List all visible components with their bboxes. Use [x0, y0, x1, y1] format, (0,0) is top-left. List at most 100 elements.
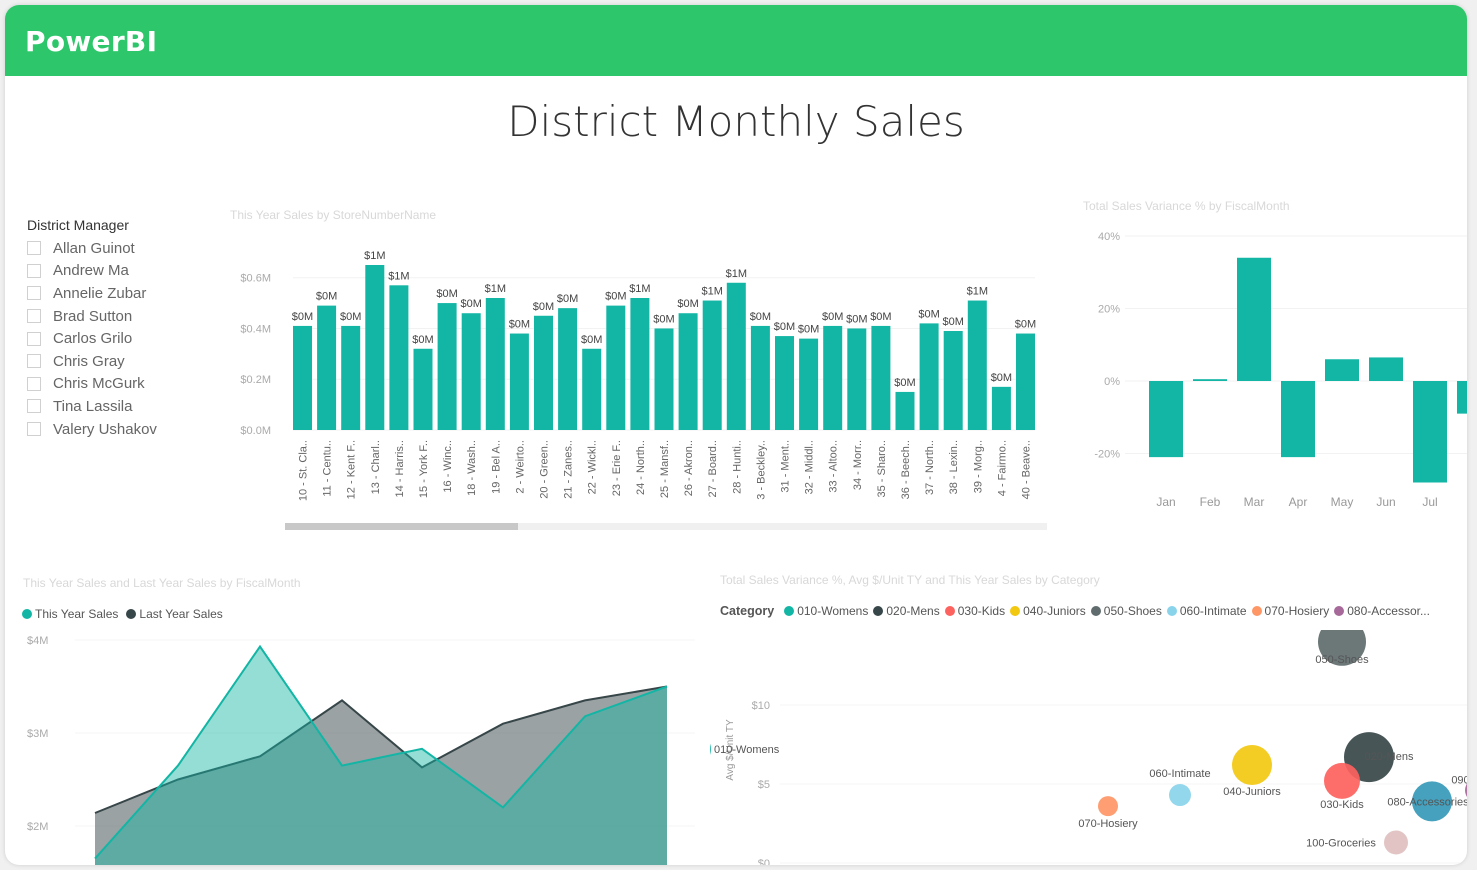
bar[interactable]	[582, 348, 602, 430]
bar[interactable]	[461, 313, 481, 430]
checkbox[interactable]	[27, 376, 41, 391]
checkbox[interactable]	[27, 286, 41, 301]
bar[interactable]	[799, 338, 819, 430]
bar[interactable]	[726, 282, 746, 430]
bar[interactable]	[1281, 381, 1315, 458]
bar[interactable]	[606, 305, 626, 430]
bar[interactable]	[317, 305, 337, 430]
bar[interactable]	[895, 391, 915, 430]
legend-label: 020-Mens	[886, 604, 940, 618]
point-label: 070-Hosiery	[1078, 818, 1138, 830]
x-tick-label: 34 - Morr..	[852, 440, 864, 490]
bar[interactable]	[702, 300, 722, 430]
slicer-item-label: Valery Ushakov	[53, 420, 157, 438]
legend-item[interactable]: 080-Accessor...	[1334, 604, 1430, 618]
checkbox[interactable]	[27, 422, 41, 437]
legend-item[interactable]: 020-Mens	[873, 604, 940, 618]
slicer-item[interactable]: Chris McGurk	[27, 373, 207, 396]
slicer-item[interactable]: Allan Guinot	[27, 237, 207, 260]
data-label: $0M	[533, 301, 554, 313]
bar[interactable]	[775, 336, 794, 430]
bar[interactable]	[943, 331, 963, 430]
bar[interactable]	[823, 325, 843, 430]
x-tick-label: Feb	[1200, 495, 1221, 509]
bar[interactable]	[413, 348, 433, 430]
bar[interactable]	[1016, 333, 1035, 430]
checkbox[interactable]	[27, 331, 41, 346]
bar[interactable]	[558, 308, 578, 430]
bar[interactable]	[1413, 381, 1447, 483]
y-tick-label: 0%	[1104, 376, 1120, 388]
bar[interactable]	[437, 303, 457, 430]
data-label: $0M	[605, 291, 626, 303]
slicer-item[interactable]: Carlos Grilo	[27, 327, 207, 350]
bar[interactable]	[509, 333, 529, 430]
bar[interactable]	[967, 300, 987, 430]
bar[interactable]	[991, 386, 1011, 430]
y-tick-label: $3M	[27, 728, 48, 740]
bar[interactable]	[1369, 357, 1403, 381]
legend-label: 070-Hosiery	[1264, 604, 1330, 618]
point-label: 090-Home	[1451, 774, 1467, 786]
bar[interactable]	[1325, 359, 1359, 381]
bar[interactable]	[1237, 257, 1271, 381]
scatter-point[interactable]	[1098, 796, 1118, 817]
bar[interactable]	[678, 313, 698, 430]
checkbox[interactable]	[27, 309, 41, 324]
data-label: $0M	[750, 311, 771, 323]
slicer-item[interactable]: Andrew Ma	[27, 260, 207, 283]
slicer-item[interactable]: Brad Sutton	[27, 305, 207, 328]
scatter-point[interactable]	[1324, 762, 1360, 799]
x-tick-label: 20 - Green..	[539, 440, 551, 499]
legend-item[interactable]: 060-Intimate	[1166, 604, 1247, 618]
checkbox[interactable]	[27, 354, 41, 369]
checkbox[interactable]	[27, 241, 41, 256]
slicer-item[interactable]: Valery Ushakov	[27, 418, 207, 441]
scrollbar-thumb[interactable]	[285, 523, 518, 530]
bar[interactable]	[341, 325, 361, 430]
bar[interactable]	[1149, 381, 1183, 458]
scatter-point[interactable]	[1169, 784, 1191, 807]
data-label: $1M	[388, 270, 409, 282]
slicer-item[interactable]: Chris Gray	[27, 350, 207, 373]
checkbox[interactable]	[27, 399, 41, 414]
bar[interactable]	[630, 298, 650, 430]
legend-item-this-year[interactable]: This Year Sales	[22, 607, 118, 621]
scatter-point[interactable]	[710, 732, 711, 766]
bar[interactable]	[534, 315, 553, 430]
bar[interactable]	[750, 325, 770, 430]
bar[interactable]	[389, 285, 409, 430]
bar[interactable]	[871, 325, 891, 430]
scatter-chart-title: Total Sales Variance %, Avg $/Unit TY an…	[720, 573, 1100, 587]
slicer-item-label: Carlos Grilo	[53, 330, 133, 348]
bar[interactable]	[293, 325, 312, 430]
legend-item[interactable]: 070-Hosiery	[1251, 604, 1330, 618]
legend-item[interactable]: 030-Kids	[944, 604, 1005, 618]
data-label: $0M	[460, 298, 481, 310]
slicer-item[interactable]: Annelie Zubar	[27, 282, 207, 305]
bar[interactable]	[485, 298, 505, 430]
bar[interactable]	[654, 328, 674, 430]
bar[interactable]	[847, 328, 867, 430]
y-tick-label: -20%	[1094, 449, 1120, 461]
x-tick-label: 28 - Hunti..	[731, 440, 743, 494]
bar[interactable]	[365, 265, 385, 430]
data-label: $1M	[967, 286, 988, 298]
x-tick-label: Mar	[1244, 495, 1265, 509]
legend-item[interactable]: 010-Womens	[784, 604, 868, 618]
store-bar-chart-title: This Year Sales by StoreNumberName	[230, 208, 437, 222]
bar[interactable]	[1457, 381, 1467, 414]
x-tick-label: 22 - Wickl..	[587, 440, 599, 494]
scatter-point[interactable]	[1384, 830, 1408, 855]
legend-item-last-year[interactable]: Last Year Sales	[126, 607, 223, 621]
bar[interactable]	[1193, 379, 1227, 381]
legend-dot	[1251, 606, 1262, 616]
slicer-item[interactable]: Tina Lassila	[27, 395, 207, 418]
legend-item[interactable]: 050-Shoes	[1090, 604, 1162, 618]
legend-item[interactable]: 040-Juniors	[1010, 604, 1086, 618]
data-label: $0M	[557, 293, 578, 305]
checkbox[interactable]	[27, 263, 41, 278]
y-tick-label: $0.0M	[240, 425, 271, 437]
scatter-point[interactable]	[1232, 745, 1272, 786]
bar[interactable]	[919, 323, 939, 430]
